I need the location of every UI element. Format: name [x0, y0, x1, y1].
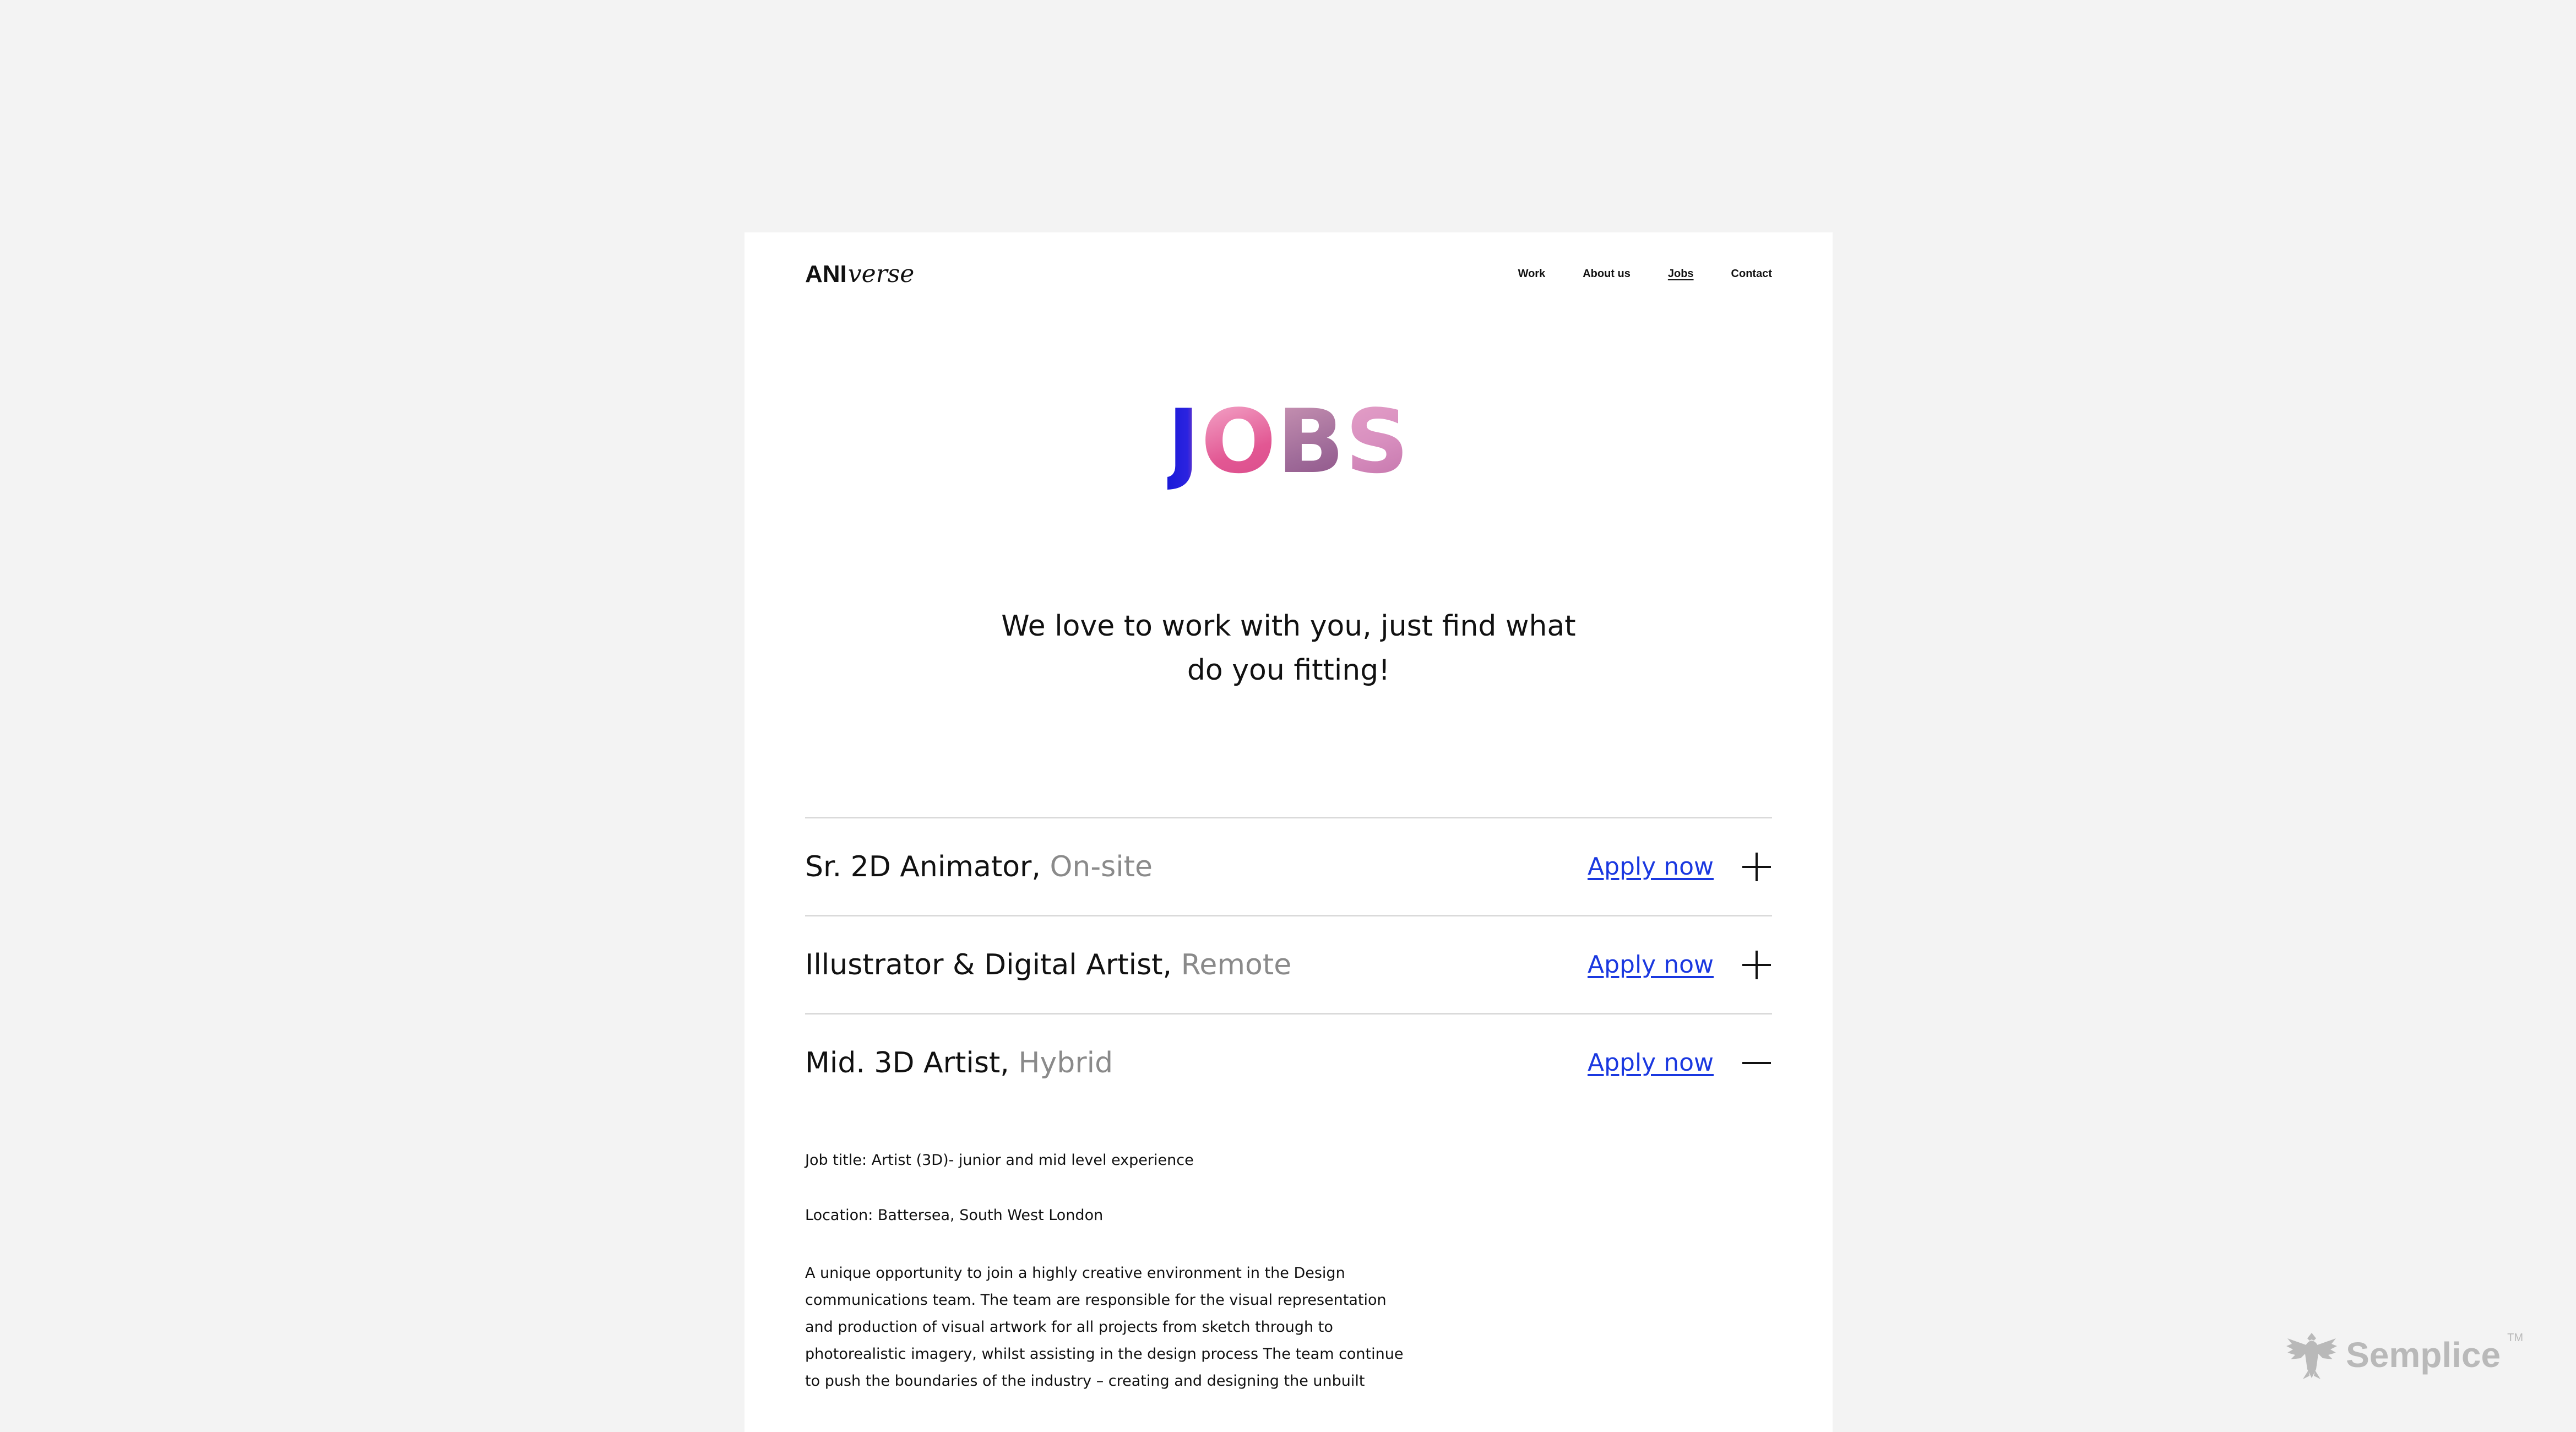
apply-now-link[interactable]: Apply now — [1588, 951, 1714, 979]
job-detail-description: A unique opportunity to join a highly cr… — [805, 1265, 1404, 1390]
site-header: ANI verse Work About us Jobs Contact — [805, 249, 1772, 299]
subtitle-line: We love to work with you, just find what — [1001, 610, 1576, 643]
nav-jobs[interactable]: Jobs — [1668, 268, 1694, 280]
logo-script-text: verse — [847, 259, 915, 288]
title-letter: S — [1345, 390, 1410, 493]
site-logo[interactable]: ANI verse — [805, 260, 914, 288]
job-row-illustrator-digital-artist[interactable]: Illustrator & Digital Artist, Remote App… — [805, 915, 1772, 1013]
job-row-mid-3d-artist[interactable]: Mid. 3D Artist, Hybrid Apply now — [805, 1013, 1772, 1111]
plus-icon[interactable] — [1741, 950, 1772, 980]
title-letter: J — [1167, 390, 1202, 493]
nav-contact[interactable]: Contact — [1731, 268, 1772, 280]
job-actions: Apply now — [1588, 950, 1772, 980]
apply-now-link[interactable]: Apply now — [1588, 1049, 1714, 1077]
eagle-icon — [2286, 1333, 2338, 1379]
nav-about-us[interactable]: About us — [1583, 268, 1631, 280]
title-letter: O — [1201, 390, 1278, 493]
semplice-name: Semplice — [2346, 1335, 2501, 1375]
job-name: Illustrator & Digital Artist, — [805, 948, 1172, 981]
page-subtitle: We love to work with you, just find what… — [744, 604, 1833, 692]
logo-bold-text: ANI — [805, 260, 847, 288]
page-card: ANI verse Work About us Jobs Contact JOBS… — [744, 232, 1833, 1432]
title-letter: B — [1277, 390, 1346, 493]
job-actions: Apply now — [1588, 1048, 1772, 1078]
trademark-mark: TM — [2507, 1332, 2523, 1344]
job-title: Illustrator & Digital Artist, Remote — [805, 948, 1291, 981]
job-actions: Apply now — [1588, 851, 1772, 882]
job-type: On-site — [1050, 850, 1153, 883]
page-title: JOBS — [744, 398, 1833, 486]
jobs-list: Sr. 2D Animator, On-site Apply now Illus… — [805, 817, 1772, 1428]
job-detail-title: Job title: Artist (3D)- junior and mid l… — [805, 1152, 1194, 1169]
job-title: Sr. 2D Animator, On-site — [805, 850, 1153, 883]
job-detail-location: Location: Battersea, South West London — [805, 1207, 1104, 1224]
job-row-sr-2d-animator[interactable]: Sr. 2D Animator, On-site Apply now — [805, 817, 1772, 915]
job-name: Mid. 3D Artist, — [805, 1046, 1009, 1080]
job-details-panel: Job title: Artist (3D)- junior and mid l… — [805, 1111, 1772, 1395]
subtitle-line: do you fitting! — [1187, 654, 1390, 687]
job-type: Hybrid — [1018, 1046, 1113, 1080]
semplice-badge[interactable]: Semplice TM — [2284, 1328, 2523, 1381]
job-name: Sr. 2D Animator, — [805, 850, 1041, 883]
job-title: Mid. 3D Artist, Hybrid — [805, 1046, 1113, 1080]
apply-now-link[interactable]: Apply now — [1588, 853, 1714, 881]
nav-work[interactable]: Work — [1518, 268, 1546, 280]
job-type: Remote — [1181, 948, 1292, 981]
minus-icon[interactable] — [1741, 1048, 1772, 1078]
main-nav: Work About us Jobs Contact — [1518, 268, 1772, 280]
plus-icon[interactable] — [1741, 851, 1772, 882]
